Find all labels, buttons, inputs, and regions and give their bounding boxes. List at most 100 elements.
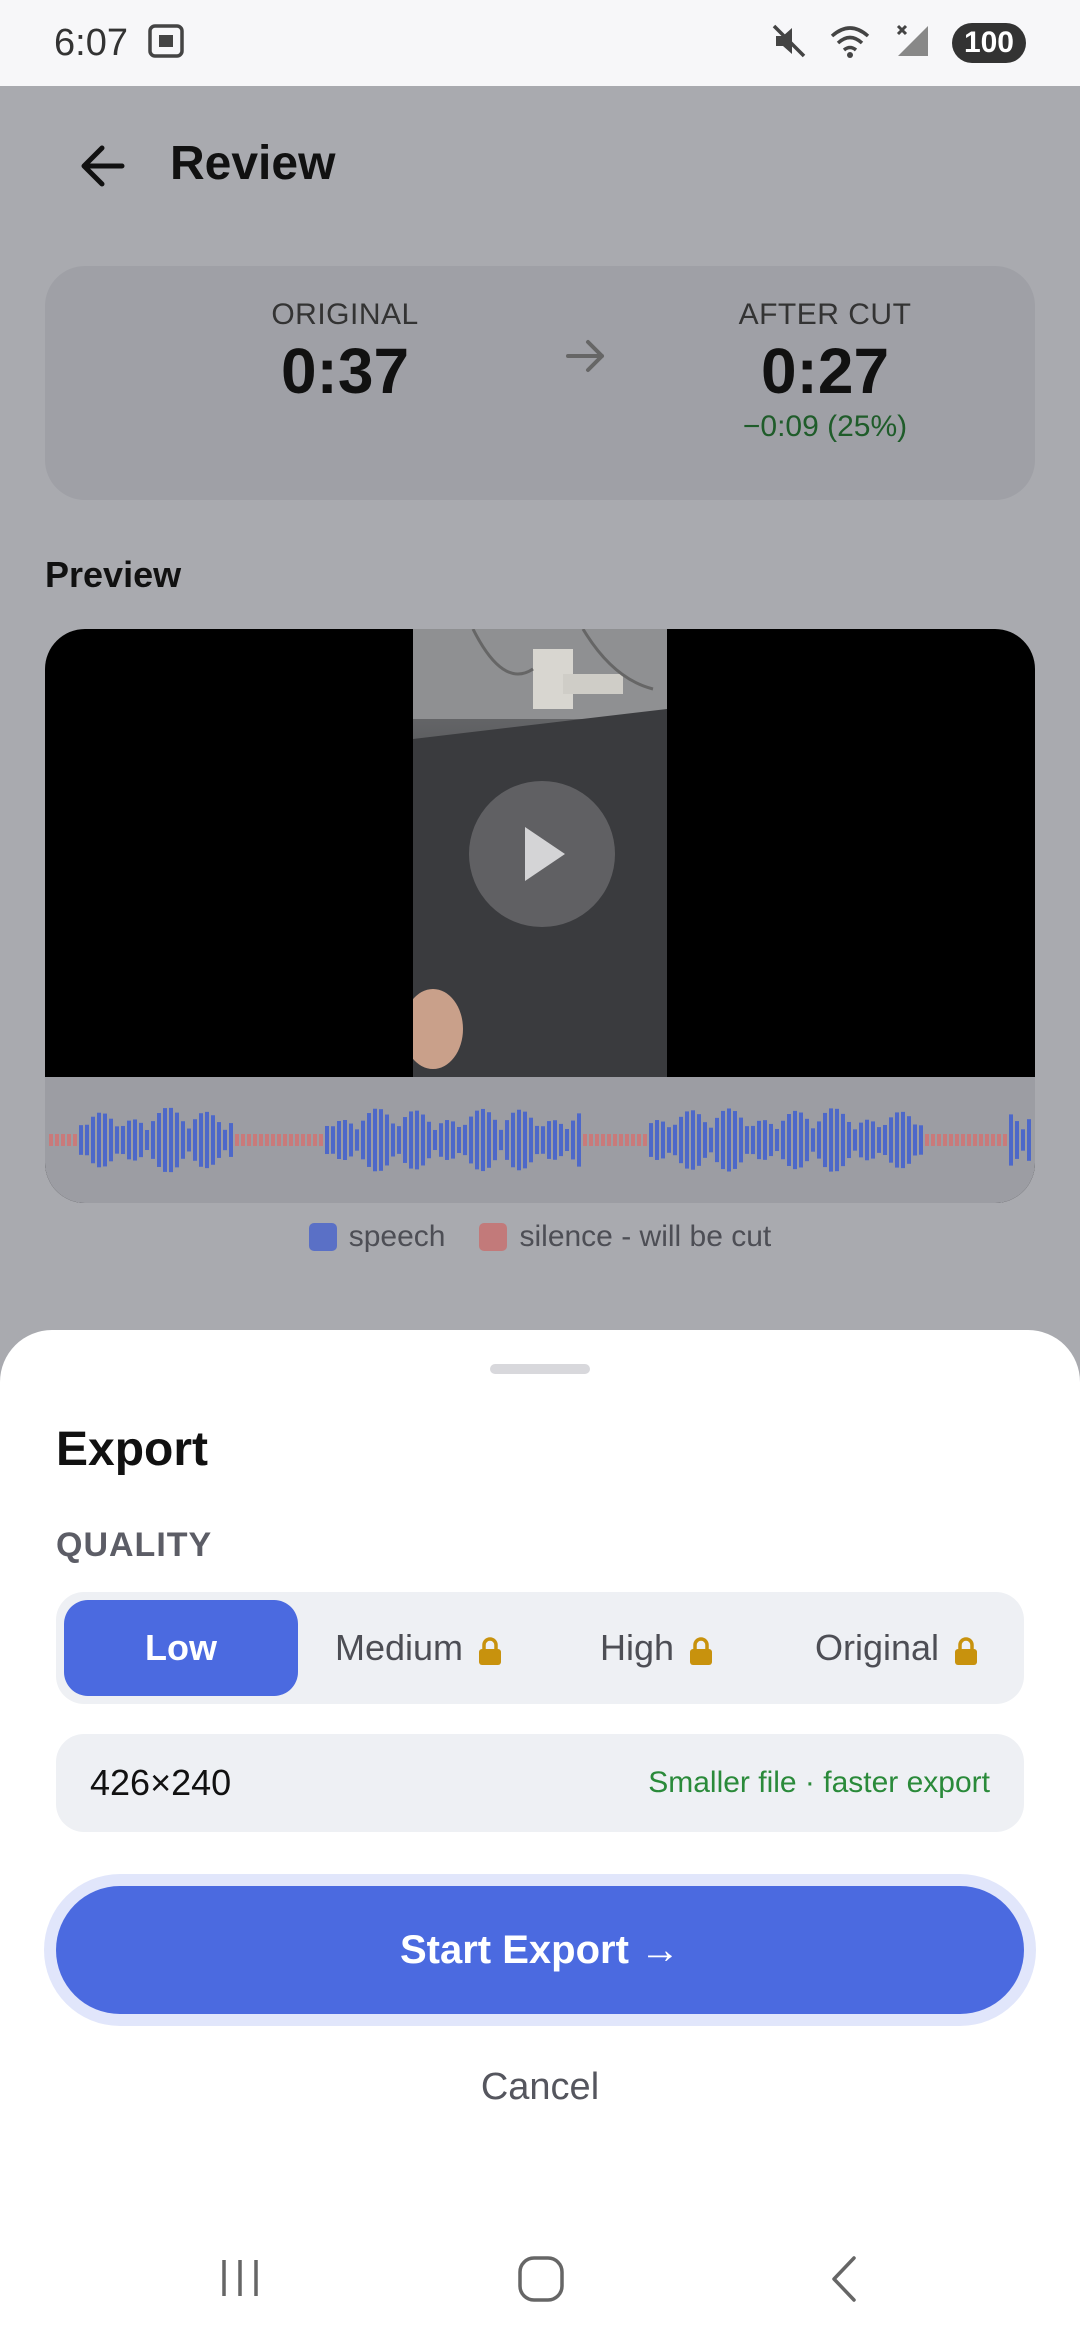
- resolution-note: Smaller file · faster export: [648, 1766, 990, 1799]
- waveform-silence-bar: [589, 1134, 593, 1146]
- waveform-speech-bar: [331, 1126, 335, 1154]
- waveform-speech-bar: [721, 1110, 725, 1170]
- waveform-speech-bar: [535, 1125, 539, 1155]
- waveform-speech-bar: [127, 1120, 131, 1160]
- waveform-speech-bar: [349, 1123, 353, 1157]
- waveform-silence-bar: [991, 1134, 995, 1146]
- waveform-speech-bar: [493, 1119, 497, 1161]
- waveform-silence-bar: [253, 1134, 257, 1146]
- waveform-speech-bar: [85, 1124, 89, 1156]
- waveform-speech-bar: [133, 1119, 137, 1161]
- video-preview[interactable]: [45, 629, 1035, 1203]
- quality-option-low[interactable]: Low: [64, 1600, 298, 1696]
- waveform-speech-bar: [145, 1129, 149, 1151]
- waveform-speech-bar: [445, 1120, 449, 1160]
- arrow-right-icon: [562, 332, 610, 380]
- waveform-speech-bar: [157, 1113, 161, 1167]
- waveform-speech-bar: [703, 1122, 707, 1158]
- preview-title: Preview: [45, 554, 182, 595]
- lock-icon: [688, 1633, 714, 1665]
- waveform-silence-bar: [307, 1134, 311, 1146]
- sheet-handle[interactable]: [490, 1364, 590, 1374]
- back-icon[interactable]: [824, 2254, 864, 2309]
- status-time: 6:07: [54, 21, 128, 64]
- waveform-silence-bar: [943, 1134, 947, 1146]
- waveform-speech-bar: [907, 1116, 911, 1164]
- waveform-speech-bar: [409, 1111, 413, 1169]
- silence-swatch: [479, 1223, 508, 1251]
- quality-option-high[interactable]: High: [540, 1600, 774, 1696]
- status-bar: 6:07 100: [0, 0, 1080, 86]
- waveform-speech-bar: [565, 1128, 569, 1152]
- waveform-speech-bar: [841, 1113, 845, 1167]
- waveform-silence-bar: [289, 1134, 293, 1146]
- waveform-speech-bar: [469, 1116, 473, 1164]
- lock-icon: [953, 1633, 979, 1665]
- recents-icon[interactable]: [216, 2256, 264, 2305]
- waveform-speech-bar: [889, 1117, 893, 1163]
- legend: speech silence - will be cut: [0, 1220, 1080, 1254]
- waveform-speech-bar: [661, 1121, 665, 1159]
- waveform-speech-bar: [901, 1111, 905, 1169]
- waveform-speech-bar: [361, 1120, 365, 1160]
- waveform-speech-bar: [499, 1129, 503, 1151]
- home-icon[interactable]: [516, 2254, 566, 2309]
- waveform-speech-bar: [739, 1117, 743, 1163]
- waveform-silence-bar: [235, 1134, 239, 1146]
- waveform-silence-bar: [271, 1134, 275, 1146]
- waveform-silence-bar: [643, 1134, 647, 1146]
- waveform-silence-bar: [1003, 1134, 1007, 1146]
- waveform-speech-bar: [187, 1128, 191, 1152]
- quality-option-original[interactable]: Original: [778, 1600, 1016, 1696]
- waveform-speech-bar: [199, 1113, 203, 1167]
- waveform-speech-bar: [835, 1108, 839, 1172]
- waveform-speech-bar: [109, 1118, 113, 1162]
- waveform-speech-bar: [733, 1111, 737, 1169]
- cancel-button[interactable]: Cancel: [0, 2066, 1080, 2109]
- waveform-speech-bar: [451, 1121, 455, 1159]
- waveform-silence-bar: [583, 1134, 587, 1146]
- waveform-speech-bar: [859, 1122, 863, 1158]
- waveform-silence-bar: [949, 1134, 953, 1146]
- time-saved: −0:09 (25%): [742, 410, 908, 443]
- waveform-speech-bar: [523, 1111, 527, 1169]
- quality-option-medium[interactable]: Medium: [302, 1600, 536, 1696]
- waveform-speech-bar: [151, 1121, 155, 1159]
- waveform-silence-bar: [619, 1134, 623, 1146]
- arrow-left-icon[interactable]: [76, 138, 132, 194]
- waveform-speech-bar: [475, 1110, 479, 1170]
- waveform-silence-bar: [955, 1134, 959, 1146]
- waveform-speech-bar: [667, 1127, 671, 1153]
- waveform-speech-bar: [697, 1114, 701, 1166]
- play-button[interactable]: [469, 781, 615, 927]
- waveform-speech-bar: [1021, 1129, 1025, 1151]
- waveform-speech-bar: [649, 1123, 653, 1157]
- start-export-button[interactable]: Start Export →: [56, 1886, 1024, 2014]
- waveform-speech-bar: [433, 1129, 437, 1151]
- battery-icon: 100: [951, 23, 1026, 63]
- waveform-silence-bar: [607, 1134, 611, 1146]
- waveform-speech-bar: [175, 1112, 179, 1168]
- waveform-speech-bar: [793, 1110, 797, 1170]
- waveform-speech-bar: [97, 1112, 101, 1168]
- waveform-speech-bar: [823, 1112, 827, 1168]
- waveform-speech-bar: [163, 1108, 167, 1172]
- screenshot-icon: [146, 22, 186, 65]
- waveform-speech-bar: [121, 1125, 125, 1155]
- waveform-speech-bar: [751, 1125, 755, 1155]
- waveform-speech-bar: [775, 1128, 779, 1152]
- waveform-speech-bar: [541, 1126, 545, 1154]
- waveform-silence-bar: [73, 1134, 77, 1146]
- waveform-speech-bar: [355, 1129, 359, 1151]
- waveform-speech-bar: [385, 1114, 389, 1166]
- duration-summary-card: ORIGINAL 0:37 AFTER CUT 0:27 −0:09 (25%): [45, 266, 1035, 500]
- waveform-speech-bar: [865, 1119, 869, 1161]
- waveform-speech-bar: [193, 1119, 197, 1161]
- waveform-silence-bar: [55, 1134, 59, 1146]
- legend-speech-label: speech: [348, 1220, 446, 1253]
- waveform-silence-bar: [319, 1134, 323, 1146]
- waveform-silence-bar: [613, 1134, 617, 1146]
- legend-silence: silence - will be cut: [479, 1220, 771, 1254]
- waveform-speech-bar: [817, 1121, 821, 1159]
- waveform: [45, 1077, 1035, 1203]
